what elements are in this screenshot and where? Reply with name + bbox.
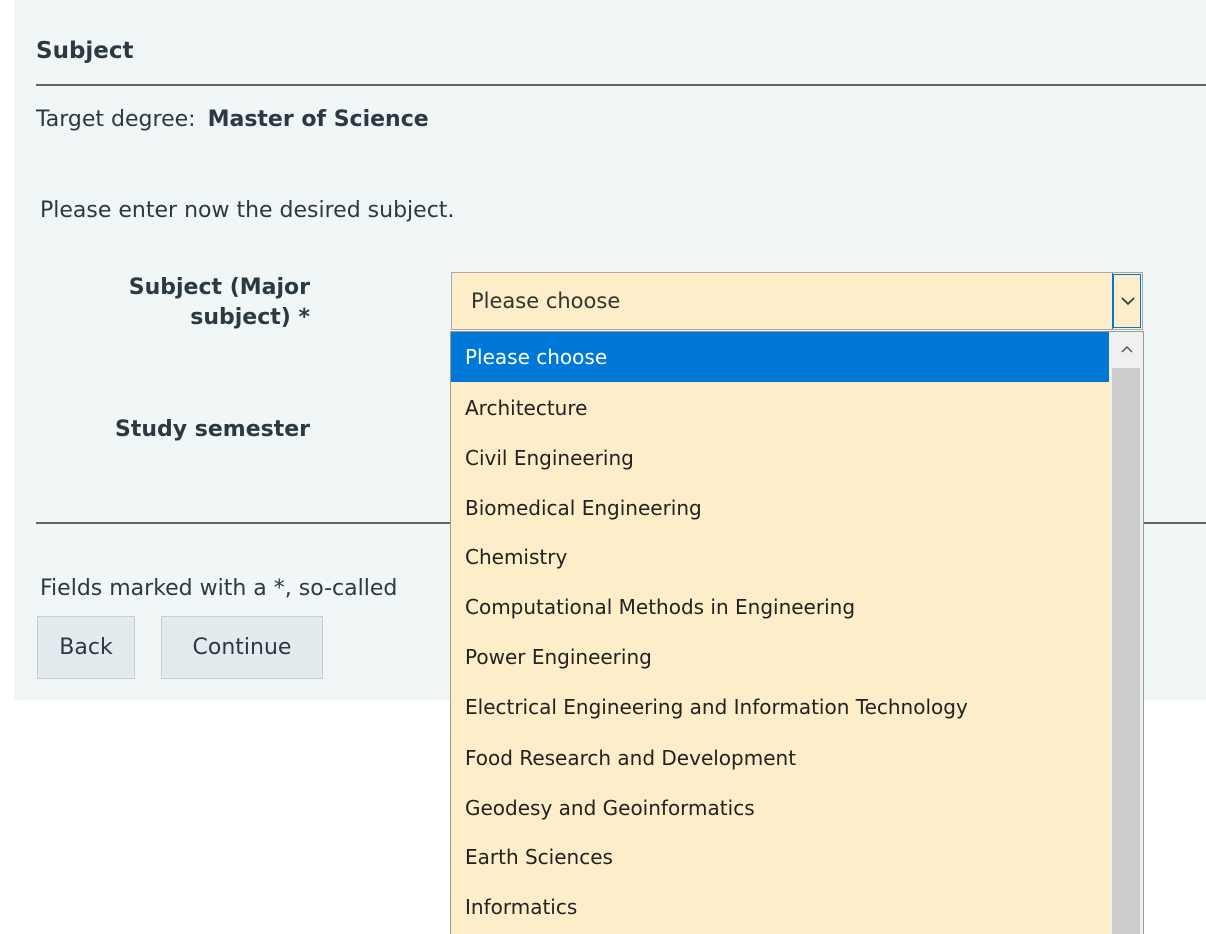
scrollbar-thumb[interactable]	[1112, 368, 1140, 934]
dropdown-scrollbar[interactable]	[1110, 332, 1143, 934]
intro-text: Please enter now the desired subject.	[40, 198, 455, 223]
dropdown-option-computational-methods[interactable]: Computational Methods in Engineering	[451, 582, 1109, 632]
dropdown-option-please-choose[interactable]: Please choose	[451, 332, 1109, 382]
chevron-down-icon[interactable]	[1112, 273, 1142, 329]
target-degree-value: Master of Science	[207, 107, 429, 132]
dropdown-option-geodesy[interactable]: Geodesy and Geoinformatics	[451, 783, 1109, 833]
dropdown-option-civil-engineering[interactable]: Civil Engineering	[451, 433, 1109, 483]
divider-top	[36, 84, 1206, 86]
semester-field-label: Study semester	[114, 417, 310, 442]
dropdown-option-informatics[interactable]: Informatics	[451, 882, 1109, 932]
subject-field-label-line1: Subject (Major	[128, 275, 310, 300]
subject-select[interactable]: Please choose	[451, 272, 1143, 330]
dropdown-option-food-research[interactable]: Food Research and Development	[451, 733, 1109, 783]
target-degree: Target degree: Master of Science	[36, 107, 429, 132]
dropdown-option-architecture[interactable]: Architecture	[451, 383, 1109, 433]
subject-field-label: Subject (Major subject) *	[10, 273, 310, 333]
chevron-up-icon[interactable]	[1110, 332, 1143, 366]
subject-dropdown-list: Please choose Architecture Civil Enginee…	[450, 331, 1144, 934]
dropdown-option-earth-sciences[interactable]: Earth Sciences	[451, 832, 1109, 882]
back-button[interactable]: Back	[37, 616, 135, 679]
continue-button[interactable]: Continue	[161, 616, 323, 679]
dropdown-option-electrical-engineering[interactable]: Electrical Engineering and Information T…	[451, 682, 1109, 732]
dropdown-option-power-engineering[interactable]: Power Engineering	[451, 632, 1109, 682]
subject-select-value: Please choose	[471, 289, 621, 313]
dropdown-option-biomedical-engineering[interactable]: Biomedical Engineering	[451, 483, 1109, 533]
section-title: Subject	[36, 38, 134, 64]
target-degree-label: Target degree:	[36, 107, 196, 132]
subject-field-label-line2: subject) *	[190, 305, 310, 330]
dropdown-option-chemistry[interactable]: Chemistry	[451, 532, 1109, 582]
required-fields-note: Fields marked with a *, so-called	[40, 576, 398, 601]
